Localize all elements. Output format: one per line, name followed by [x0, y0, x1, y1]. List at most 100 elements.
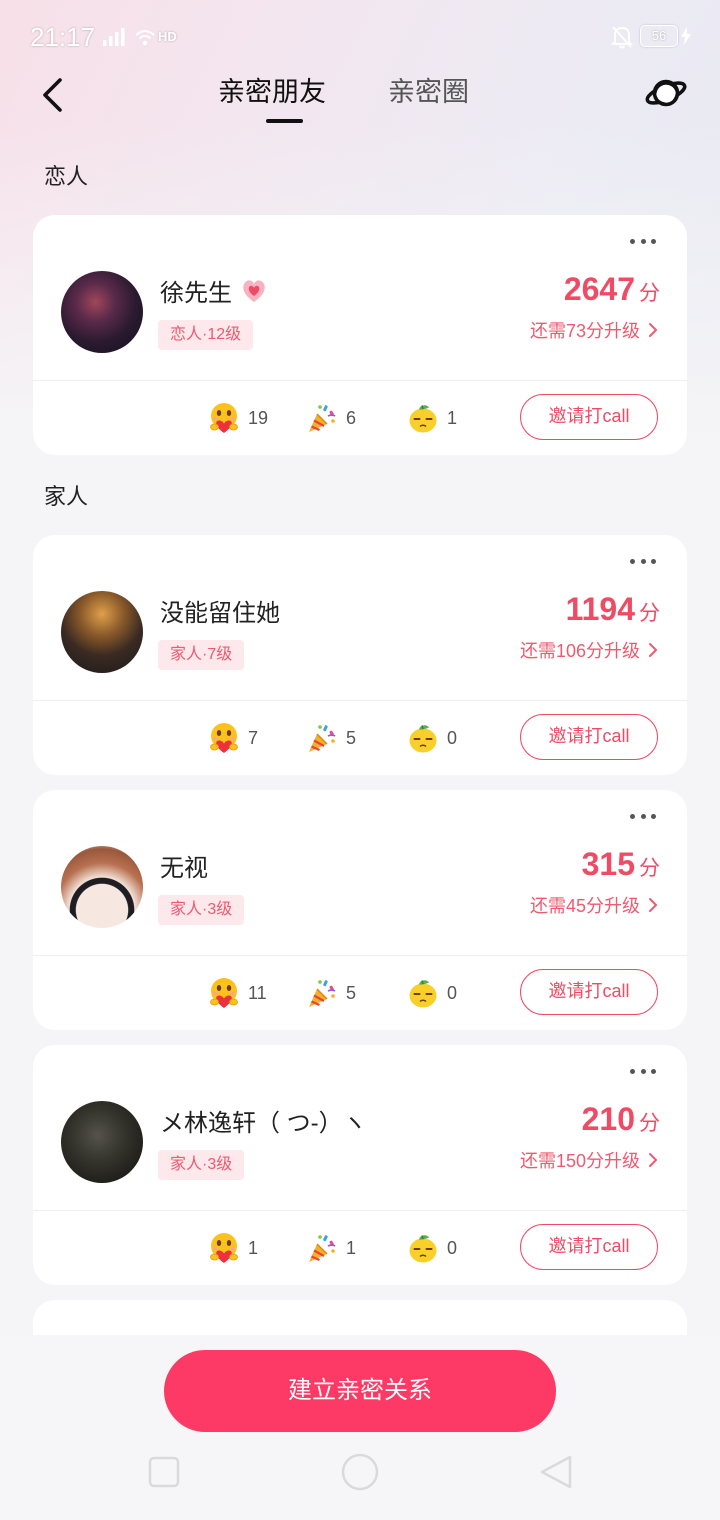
score-unit: 分 [639, 602, 660, 625]
active-tab-indicator [266, 119, 303, 123]
create-relationship-button[interactable]: 建立亲密关系 [164, 1350, 556, 1432]
invite-call-button[interactable]: 邀请打call [520, 969, 658, 1015]
name-row: メ林逸轩（ つ-）ヽ [160, 1103, 367, 1137]
reaction-count: 1 [306, 1232, 356, 1264]
avatar[interactable] [61, 1101, 143, 1183]
more-options-icon[interactable] [630, 812, 656, 820]
friend-name: メ林逸轩（ つ-）ヽ [160, 1109, 367, 1137]
relation-level-tag: 家人·7级 [158, 640, 245, 670]
chevron-right-icon [649, 643, 658, 657]
hug-emoji-icon [208, 722, 240, 754]
friend-card[interactable] [33, 1300, 687, 1335]
upgrade-text: 还需45分升级 [529, 896, 640, 916]
avatar[interactable] [61, 271, 143, 353]
score-unit: 分 [639, 1112, 660, 1135]
intimacy-score: 1194 分 [566, 587, 660, 631]
reaction-count: 0 [407, 1232, 457, 1264]
friend-card[interactable]: 没能留住她 家人·7级 1194 分 还需106分升级 7 5 0 邀请打call [33, 535, 687, 775]
chevron-right-icon [649, 1153, 658, 1167]
reaction-count-value: 6 [346, 407, 357, 428]
upgrade-link[interactable]: 还需45分升级 [530, 890, 658, 920]
hug-emoji-icon [208, 977, 240, 1009]
tab-intimate-circle[interactable]: 亲密圈 [388, 77, 469, 107]
hug-emoji-icon [208, 1232, 240, 1264]
heart-badge-icon [240, 276, 268, 304]
relation-level-tag: 家人·3级 [158, 895, 245, 925]
friend-card[interactable]: 徐先生 恋人·12级 2647 分 还需73分升级 19 6 1 邀请打call [33, 215, 687, 455]
friend-name: 徐先生 [160, 279, 232, 307]
back-arrow-icon[interactable] [38, 77, 68, 113]
lemon-face-icon [407, 402, 439, 434]
card-actions: 11 5 0 邀请打call [33, 955, 687, 1030]
upgrade-link[interactable]: 还需150分升级 [520, 1145, 658, 1175]
score-unit: 分 [639, 857, 660, 880]
status-time: 21:17 [30, 22, 96, 52]
intimacy-score: 210 分 [582, 1097, 660, 1141]
card-actions: 1 1 0 邀请打call [33, 1210, 687, 1285]
name-row: 徐先生 [160, 273, 268, 307]
invite-call-button[interactable]: 邀请打call [520, 714, 658, 760]
name-row: 无视 [160, 848, 208, 882]
reaction-count-value: 19 [248, 407, 269, 428]
reaction-count: 1 [208, 1232, 258, 1264]
upgrade-link[interactable]: 还需73分升级 [530, 315, 658, 345]
score-value: 210 [581, 1101, 635, 1137]
recent-apps-button[interactable] [144, 1452, 184, 1492]
reaction-count-value: 1 [346, 1237, 357, 1258]
reaction-count: 19 [208, 402, 268, 434]
avatar[interactable] [61, 846, 143, 928]
invite-call-button[interactable]: 邀请打call [520, 1224, 658, 1270]
hug-emoji-icon [208, 402, 240, 434]
intimacy-score: 315 分 [582, 842, 660, 886]
reaction-count-value: 11 [248, 982, 267, 1003]
reaction-count: 5 [306, 977, 356, 1009]
score-value: 315 [581, 846, 635, 882]
party-popper-icon [306, 977, 338, 1009]
chevron-right-icon [649, 898, 658, 912]
avatar[interactable] [61, 591, 143, 673]
more-options-icon[interactable] [630, 237, 656, 245]
party-popper-icon [306, 722, 338, 754]
lemon-face-icon [407, 1232, 439, 1264]
status-bar: 21:17 HD 56 [0, 0, 720, 70]
reaction-count-value: 1 [248, 1237, 259, 1258]
party-popper-icon [306, 402, 338, 434]
top-navigation: 亲密朋友 亲密圈 [0, 70, 720, 140]
name-row: 没能留住她 [160, 593, 280, 627]
friend-card[interactable]: メ林逸轩（ つ-）ヽ 家人·3级 210 分 还需150分升级 1 1 0 邀请打… [33, 1045, 687, 1285]
relationship-section: 恋人 徐先生 恋人·12级 2647 分 还需73分升级 19 6 1 邀请打c… [0, 163, 720, 455]
relation-level-tag: 恋人·12级 [158, 320, 254, 350]
score-value: 2647 [563, 271, 635, 307]
planet-icon[interactable] [644, 74, 688, 112]
reaction-count-value: 0 [447, 1237, 458, 1258]
relation-level-tag: 家人·3级 [158, 1150, 245, 1180]
reaction-count-value: 7 [248, 727, 259, 748]
battery-level: 56 [640, 25, 678, 47]
bell-muted-icon [610, 24, 634, 55]
party-popper-icon [306, 1232, 338, 1264]
more-options-icon[interactable] [630, 557, 656, 565]
section-title: 家人 [44, 484, 89, 509]
more-options-icon[interactable] [630, 1067, 656, 1075]
upgrade-text: 还需73分升级 [529, 321, 640, 341]
reaction-count: 7 [208, 722, 258, 754]
score-value: 1194 [565, 591, 635, 627]
upgrade-text: 还需106分升级 [519, 641, 640, 661]
signal-icon [102, 27, 126, 52]
reaction-count: 0 [407, 722, 457, 754]
reaction-count: 11 [208, 977, 267, 1009]
chevron-right-icon [649, 323, 658, 337]
friend-name: 无视 [160, 854, 208, 882]
tab-intimate-friends[interactable]: 亲密朋友 [218, 77, 326, 107]
upgrade-link[interactable]: 还需106分升级 [520, 635, 658, 665]
back-nav-button[interactable] [536, 1452, 576, 1492]
relationship-section: 家人 没能留住她 家人·7级 1194 分 还需106分升级 7 5 0 邀请打… [0, 483, 720, 1285]
card-actions: 19 6 1 邀请打call [33, 380, 687, 455]
invite-call-button[interactable]: 邀请打call [520, 394, 658, 440]
reaction-count: 1 [407, 402, 457, 434]
lemon-face-icon [407, 722, 439, 754]
friend-name: 没能留住她 [160, 599, 280, 627]
friend-card[interactable]: 无视 家人·3级 315 分 还需45分升级 11 5 0 邀请打call [33, 790, 687, 1030]
bottom-bar: 建立亲密关系 [0, 1335, 720, 1520]
home-button[interactable] [340, 1452, 380, 1492]
